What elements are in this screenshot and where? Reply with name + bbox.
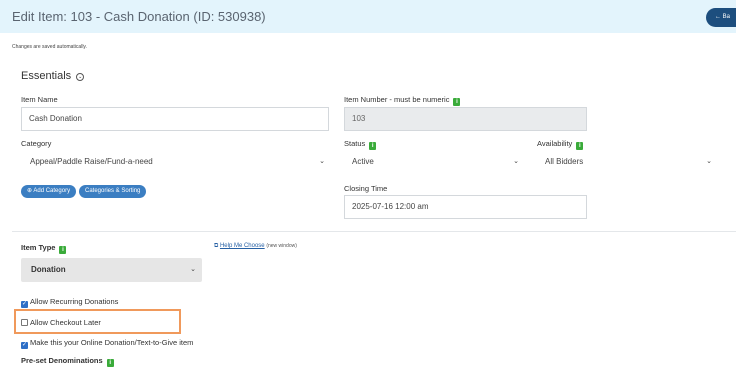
item-name-input[interactable]: Cash Donation (21, 107, 329, 131)
page-title: Edit Item: 103 - Cash Donation (ID: 5309… (12, 9, 266, 24)
availability-select[interactable]: All Bidders ⌄ (537, 150, 719, 174)
allow-recurring-label: Allow Recurring Donations (30, 297, 119, 306)
essentials-title: Essentials (21, 70, 72, 82)
closing-time-label: Closing Time (344, 184, 388, 193)
availability-value: All Bidders (545, 157, 584, 166)
item-number-input[interactable]: 103 (344, 107, 587, 131)
checkbox-checked-icon[interactable]: ✓ (21, 301, 28, 308)
help-link-note: (new window) (266, 243, 297, 249)
status-label-text: Status (344, 139, 366, 148)
highlight-box (14, 309, 181, 334)
preset-denominations-text: Pre-set Denominations (21, 356, 103, 365)
availability-label: Availability i (537, 139, 584, 150)
item-number-label: Item Number - must be numeric i (344, 95, 461, 106)
item-name-label: Item Name (21, 95, 58, 104)
status-value: Active (352, 157, 374, 166)
chevron-down-icon: ⌄ (319, 158, 325, 165)
help-link-text: Help Me Choose (219, 243, 265, 249)
chevron-down-icon: ⌄ (190, 266, 196, 273)
page-header: Edit Item: 103 - Cash Donation (ID: 5309… (0, 0, 736, 33)
info-icon[interactable]: i (59, 246, 67, 254)
category-select[interactable]: Appeal/Paddle Raise/Fund-a-need ⌄ (21, 150, 332, 174)
info-icon[interactable]: i (453, 98, 461, 106)
chevron-down-icon: ⌄ (706, 158, 712, 165)
checkbox-checked-icon[interactable]: ✓ (21, 342, 28, 349)
help-me-choose-link[interactable]: ⧉ Help Me Choose (new window) (214, 243, 297, 250)
back-button[interactable]: ← Ba (706, 8, 736, 27)
online-donation-label: Make this your Online Donation/Text-to-G… (30, 338, 194, 347)
add-category-label: Add Category (33, 188, 71, 194)
autosave-note: Changes are saved automatically. (12, 44, 87, 50)
collapse-chevron-icon[interactable]: ⌄ (76, 73, 85, 81)
essentials-heading[interactable]: Essentials ⌄ (21, 70, 85, 82)
preset-denominations-label: Pre-set Denominations i (21, 356, 114, 367)
categories-sorting-button[interactable]: Categories & Sorting (79, 185, 147, 198)
item-type-label-text: Item Type (21, 243, 56, 252)
category-value: Appeal/Paddle Raise/Fund-a-need (30, 157, 153, 166)
info-icon[interactable]: i (369, 142, 377, 150)
status-select[interactable]: Active ⌄ (344, 150, 526, 174)
chevron-down-icon: ⌄ (513, 158, 519, 165)
item-number-label-text: Item Number - must be numeric (344, 95, 450, 104)
item-type-value: Donation (31, 265, 66, 274)
closing-time-input[interactable]: 2025-07-16 12:00 am (344, 195, 587, 219)
online-donation-checkbox[interactable]: ✓ Make this your Online Donation/Text-to-… (21, 338, 193, 349)
allow-recurring-checkbox[interactable]: ✓ Allow Recurring Donations (21, 297, 118, 308)
item-type-label: Item Type i (21, 243, 67, 254)
status-label: Status i (344, 139, 377, 150)
item-type-select[interactable]: Donation ⌄ (21, 258, 202, 282)
availability-label-text: Availability (537, 139, 573, 148)
category-label: Category (21, 139, 52, 148)
info-icon[interactable]: i (106, 359, 114, 367)
add-category-button[interactable]: ⊕ Add Category (21, 185, 77, 198)
info-icon[interactable]: i (576, 142, 584, 150)
section-divider (12, 231, 736, 232)
